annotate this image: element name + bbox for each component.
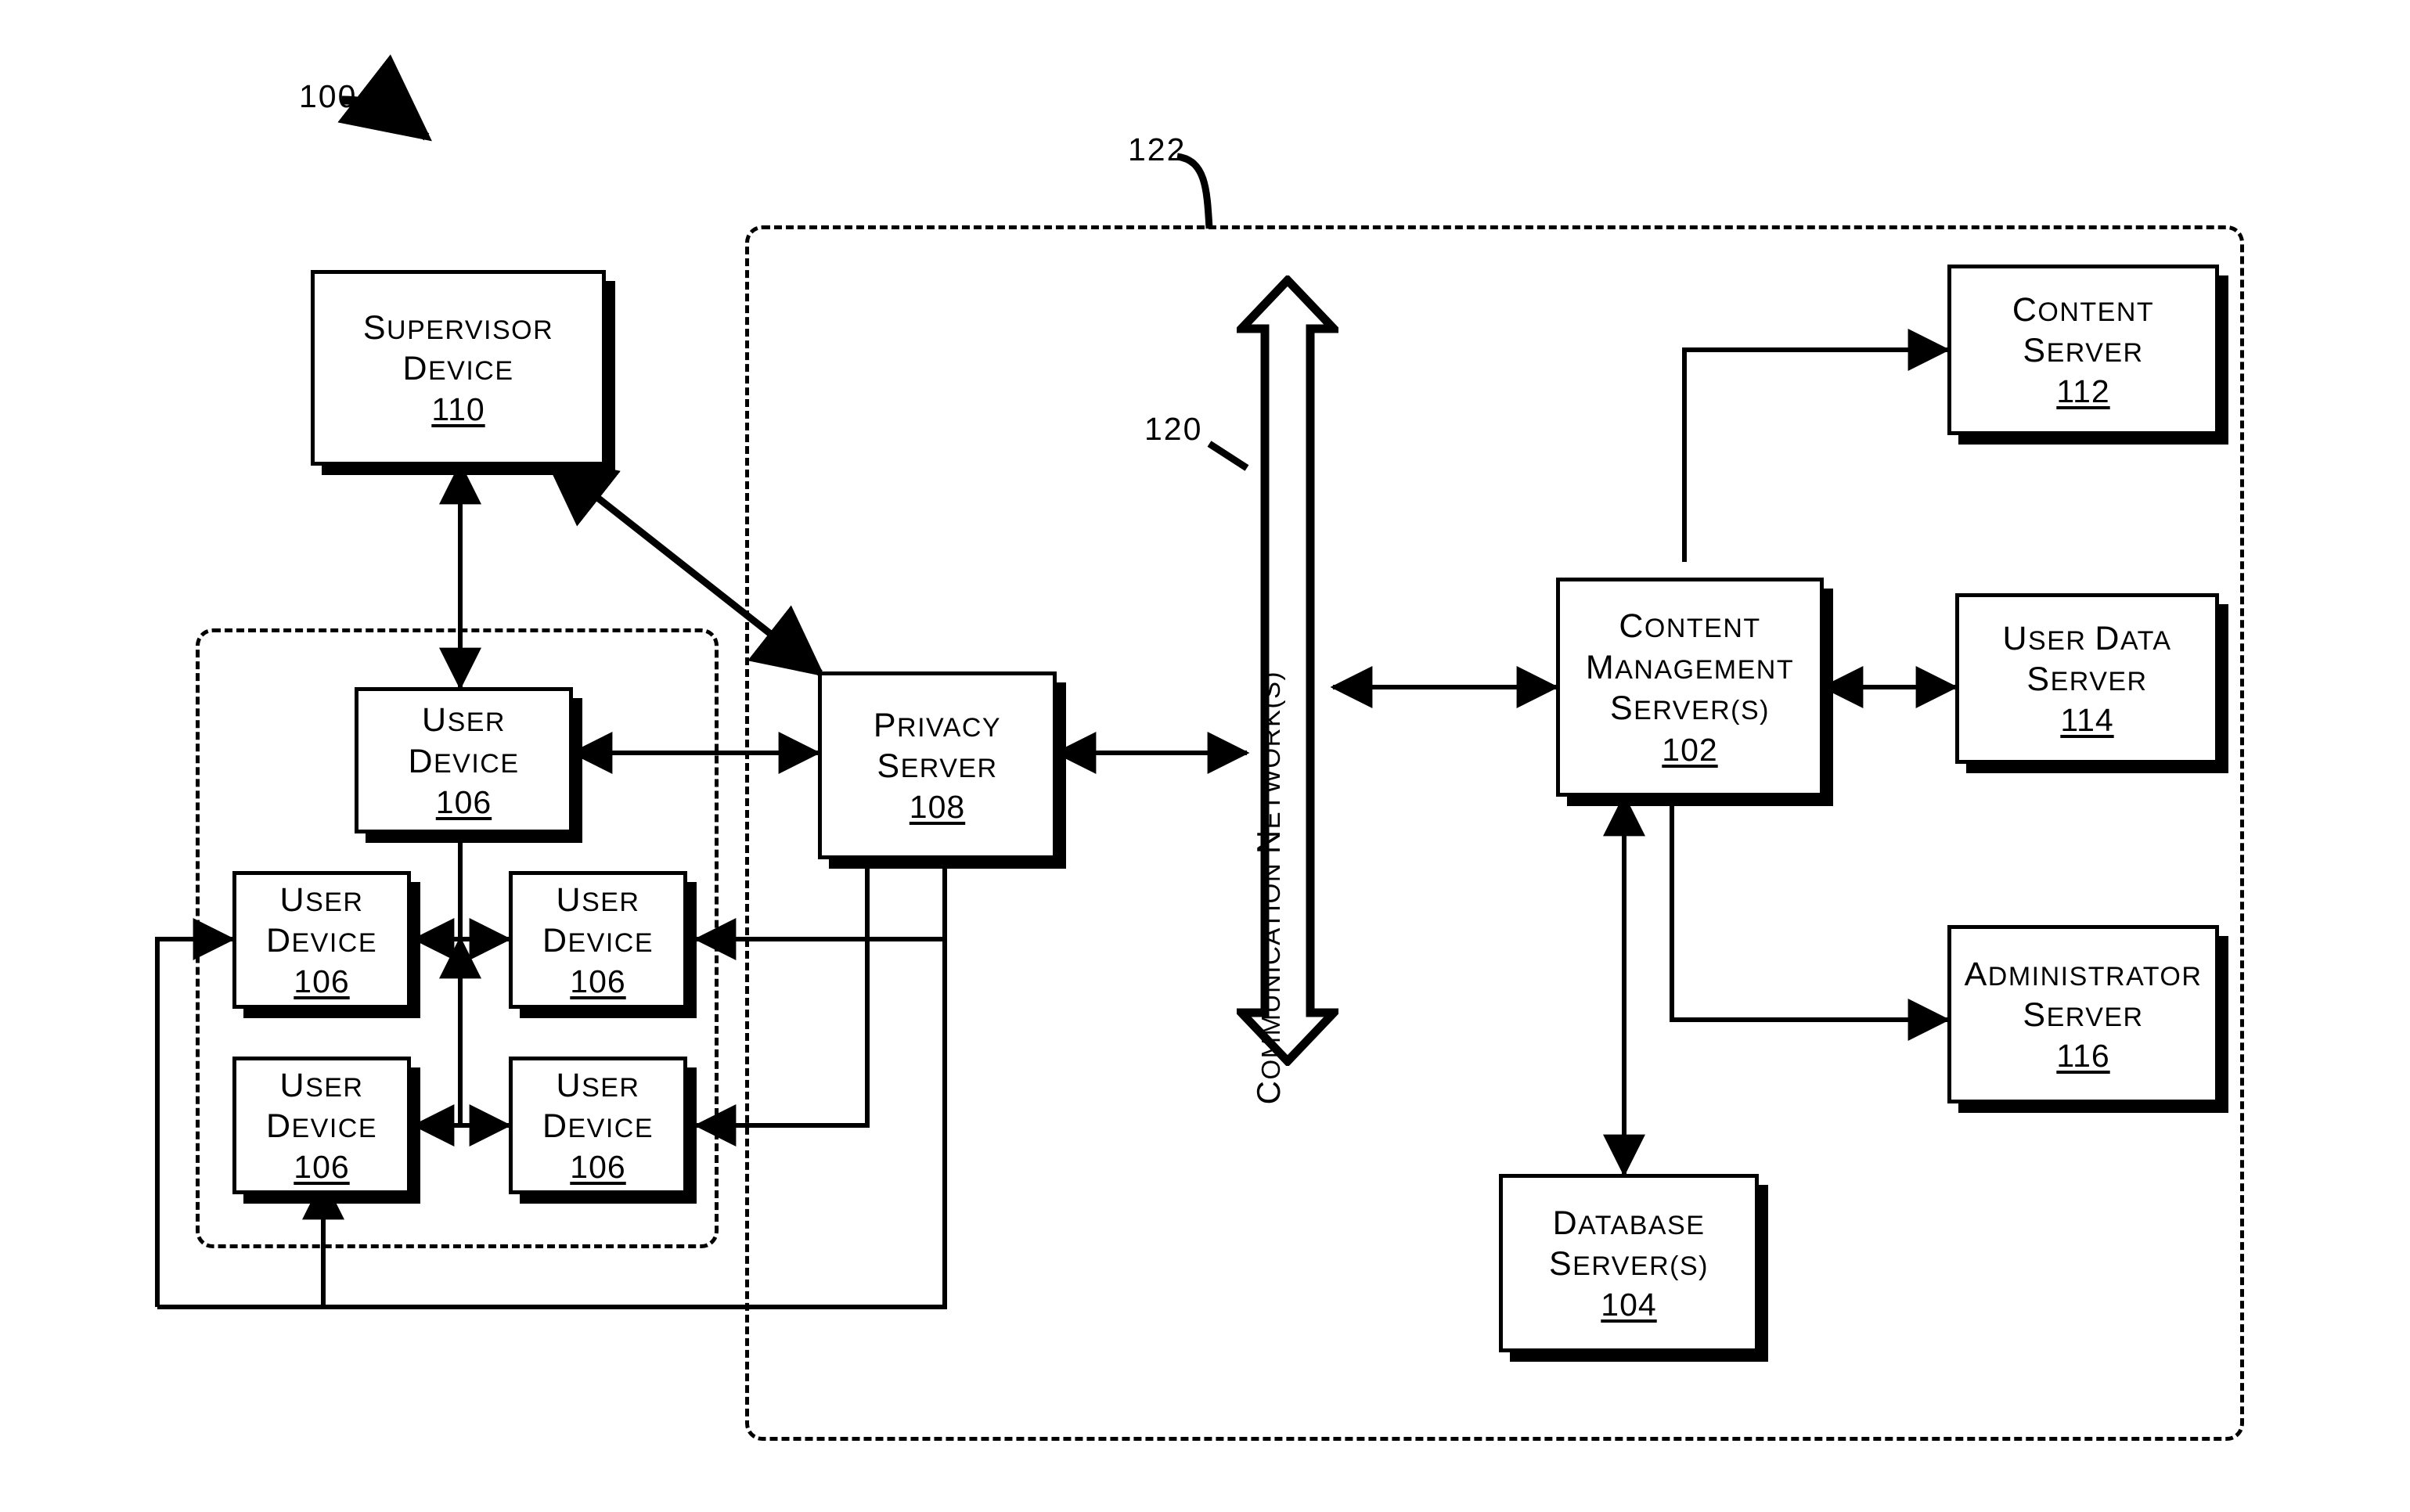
database-server-title-1: DATABASE xyxy=(1552,1204,1706,1242)
user-device-br-title-2: DEVICE xyxy=(542,1107,654,1145)
callout-100: 100 xyxy=(299,78,358,114)
cms-ref: 102 xyxy=(1662,731,1718,768)
node-database-server[interactable]: DATABASE SERVER(S) 104 xyxy=(1499,1174,1759,1352)
communication-network-label: COMMUNICATION NETWORK(S) xyxy=(1250,670,1287,1105)
administrator-server-title-1: ADMINISTRATOR xyxy=(1964,955,2203,993)
cms-title-1: CONTENT xyxy=(1619,607,1761,646)
callout-120: 120 xyxy=(1144,411,1203,447)
user-device-ml-title-1: USER xyxy=(279,880,364,919)
callout-122: 122 xyxy=(1128,131,1187,167)
administrator-server-ref: 116 xyxy=(2056,1038,2110,1075)
user-device-mr-title-1: USER xyxy=(556,880,640,919)
database-server-ref: 104 xyxy=(1601,1287,1657,1323)
node-user-device-middle-left[interactable]: USER DEVICE 106 xyxy=(232,871,411,1009)
supervisor-device-ref: 110 xyxy=(431,391,485,428)
node-administrator-server[interactable]: ADMINISTRATOR SERVER 116 xyxy=(1947,925,2219,1103)
user-device-ml-title-2: DEVICE xyxy=(265,922,378,959)
node-user-data-server[interactable]: USER DATA SERVER 114 xyxy=(1955,593,2219,764)
user-device-top-title-1: USER xyxy=(422,701,506,740)
supervisor-device-title-2: DEVICE xyxy=(402,350,514,387)
user-device-top-title-2: DEVICE xyxy=(408,742,520,780)
patent-figure: 100 122 120 COMMUNICATION NETWORK(S) SUP… xyxy=(0,0,2410,1512)
user-device-bl-title-2: DEVICE xyxy=(265,1107,378,1145)
user-device-mr-title-2: DEVICE xyxy=(542,922,654,959)
privacy-server-ref: 108 xyxy=(909,789,966,826)
content-server-title-1: CONTENT xyxy=(2012,290,2155,329)
node-privacy-server[interactable]: PRIVACY SERVER 108 xyxy=(818,671,1057,859)
user-device-br-title-1: USER xyxy=(556,1066,640,1104)
node-user-device-top[interactable]: USER DEVICE 106 xyxy=(355,687,573,833)
node-supervisor-device[interactable]: SUPERVISOR DEVICE 110 xyxy=(311,270,606,466)
content-server-ref: 112 xyxy=(2056,373,2110,410)
privacy-server-title-1: PRIVACY xyxy=(873,706,1002,744)
user-data-server-title-2: SERVER xyxy=(2026,661,2148,698)
user-device-bl-title-1: USER xyxy=(279,1066,364,1104)
user-data-server-title-1: USER DATA xyxy=(2002,619,2172,657)
supervisor-device-title-1: SUPERVISOR xyxy=(362,308,554,347)
administrator-server-title-2: SERVER xyxy=(2023,996,2144,1034)
node-user-device-middle-right[interactable]: USER DEVICE 106 xyxy=(509,871,687,1009)
user-data-server-ref: 114 xyxy=(2060,702,2114,739)
privacy-server-title-2: SERVER xyxy=(877,747,998,785)
cms-title-2: MANAGEMENT xyxy=(1585,648,1795,686)
user-device-mr-ref: 106 xyxy=(570,963,626,1000)
node-user-device-bottom-left[interactable]: USER DEVICE 106 xyxy=(232,1057,411,1194)
user-device-br-ref: 106 xyxy=(570,1149,626,1186)
node-user-device-bottom-right[interactable]: USER DEVICE 106 xyxy=(509,1057,687,1194)
content-server-title-2: SERVER xyxy=(2023,332,2144,369)
node-content-management-server[interactable]: CONTENT MANAGEMENT SERVER(S) 102 xyxy=(1556,578,1824,797)
database-server-title-2: SERVER(S) xyxy=(1548,1245,1709,1283)
user-device-bl-ref: 106 xyxy=(294,1149,350,1186)
user-device-ml-ref: 106 xyxy=(294,963,350,1000)
user-device-top-ref: 106 xyxy=(435,783,492,820)
node-content-server[interactable]: CONTENT SERVER 112 xyxy=(1947,265,2219,435)
cms-title-3: SERVER(S) xyxy=(1609,689,1771,728)
